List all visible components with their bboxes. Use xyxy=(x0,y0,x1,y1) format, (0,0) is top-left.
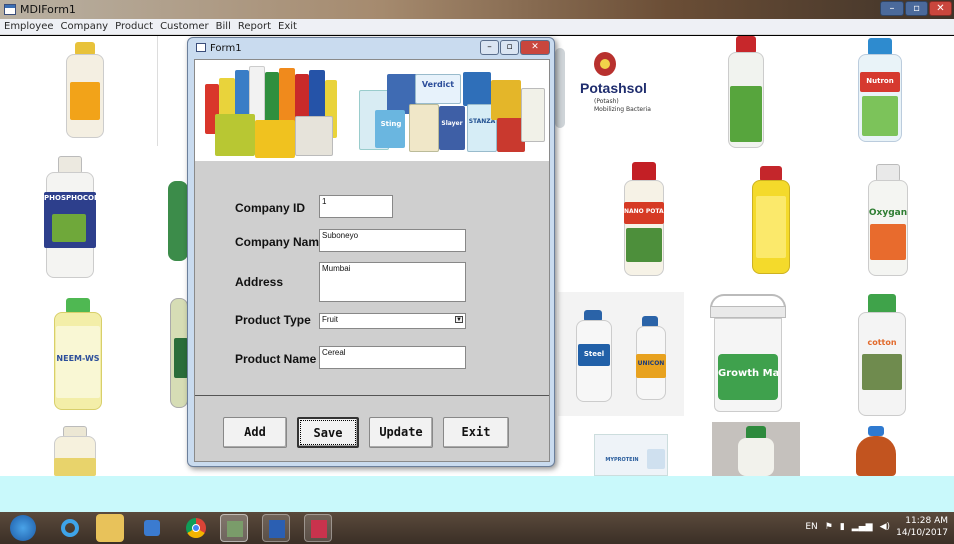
clock-date: 14/10/2017 xyxy=(896,528,948,538)
product-label: MYPROTEIN xyxy=(605,457,639,463)
product-type-select[interactable]: Fruit ▼ xyxy=(319,313,466,329)
menu-product[interactable]: Product xyxy=(115,19,153,34)
product-label: Steel xyxy=(583,350,605,358)
update-button[interactable]: Update xyxy=(369,417,433,448)
address-label: Address xyxy=(235,275,284,289)
menu-report[interactable]: Report xyxy=(238,19,271,34)
product-image xyxy=(712,422,800,476)
product-label: Growth Master xyxy=(718,368,778,379)
product-banner-image: Sting Verdict Slayer STANZA xyxy=(195,60,549,161)
banner-pack-label: Sting xyxy=(380,120,402,128)
company-id-label: Company ID xyxy=(235,201,306,215)
address-input[interactable]: Mumbai xyxy=(319,262,466,302)
product-image: cotton xyxy=(856,294,908,416)
product-image: Steel UNICON xyxy=(558,292,684,416)
product-type-label: Product Type xyxy=(235,313,311,327)
form-close-button[interactable]: ✕ xyxy=(520,40,550,55)
volume-icon[interactable]: ◀) xyxy=(880,522,890,532)
mdi-title-bar: MDIForm1 – ▫ ✕ xyxy=(0,0,954,19)
product-label: NEEM-WS xyxy=(56,354,100,363)
menu-employee[interactable]: Employee xyxy=(4,19,54,34)
form1-title: Form1 xyxy=(210,43,242,54)
company-name-input[interactable]: Suboneyo xyxy=(319,229,466,252)
company-name-label: Company Name xyxy=(235,235,326,249)
product-label: cotton xyxy=(867,338,897,347)
ie-icon[interactable] xyxy=(56,514,84,542)
product-image: Growth Master xyxy=(708,294,788,414)
status-strip xyxy=(0,476,954,512)
menu-company[interactable]: Company xyxy=(61,19,109,34)
banner-pack-label: Verdict xyxy=(421,80,455,89)
network-icon[interactable]: ▮ xyxy=(840,522,845,532)
chrome-icon[interactable] xyxy=(182,514,210,542)
menu-bill[interactable]: Bill xyxy=(216,19,231,34)
media-player-icon[interactable] xyxy=(138,514,166,542)
product-label: UNICON xyxy=(637,360,665,367)
add-button[interactable]: Add xyxy=(223,417,287,448)
explorer-icon[interactable] xyxy=(96,514,124,542)
product-label: PHOSPHOCOP xyxy=(44,194,98,202)
word-icon[interactable] xyxy=(262,514,290,542)
form1-client: Sting Verdict Slayer STANZA Company ID 1… xyxy=(194,59,550,462)
product-name-label: Product Name xyxy=(235,352,317,366)
form1-title-bar: Form1 xyxy=(196,43,242,54)
product-label: NANO POTASH xyxy=(624,208,664,215)
product-image: Oxygan xyxy=(866,164,910,276)
potashsol-desc: Mobilizing Bacteria xyxy=(594,106,651,113)
menu-exit[interactable]: Exit xyxy=(278,19,297,34)
product-image: NEEM-WS xyxy=(50,298,106,410)
form1-window: Form1 – ▫ ✕ Sting Verdict Slayer STANZA … xyxy=(187,37,555,467)
language-indicator[interactable]: EN xyxy=(805,522,817,532)
company-id-input[interactable]: 1 xyxy=(319,195,393,218)
potashsol-logo: Potashsol (Potash) Mobilizing Bacteria xyxy=(580,50,690,130)
product-image xyxy=(170,298,188,408)
clock-time: 11:28 AM xyxy=(905,516,948,526)
product-image xyxy=(750,166,792,274)
product-name-input[interactable]: Cereal xyxy=(319,346,466,369)
app-taskbar-icon[interactable] xyxy=(220,514,248,542)
product-image xyxy=(555,48,565,128)
app-icon xyxy=(4,4,16,15)
exit-button[interactable]: Exit xyxy=(443,417,509,448)
taskbar: EN ⚑ ▮ ▂▄▆ ◀) 11:28 AM 14/10/2017 xyxy=(0,512,954,544)
product-image xyxy=(168,181,188,261)
flag-icon[interactable]: ⚑ xyxy=(825,522,833,532)
banner-pack-label: Slayer xyxy=(441,120,463,127)
mdi-title: MDIForm1 xyxy=(20,3,76,16)
potashsol-name: Potashsol xyxy=(580,80,647,96)
divider xyxy=(195,395,549,396)
chevron-down-icon[interactable]: ▼ xyxy=(455,316,463,323)
form-icon xyxy=(196,43,206,52)
menu-customer[interactable]: Customer xyxy=(160,19,209,34)
save-button[interactable]: Save xyxy=(297,417,359,448)
menu-bar: Employee Company Product Customer Bill R… xyxy=(0,19,954,35)
start-button[interactable] xyxy=(10,515,36,541)
product-image: NANO POTASH xyxy=(622,162,666,276)
form-minimize-button[interactable]: – xyxy=(480,40,499,55)
product-image: MYPROTEIN xyxy=(594,434,668,476)
product-image: PHOSPHOCOP xyxy=(42,156,98,278)
maximize-button[interactable]: ▫ xyxy=(905,1,928,16)
clock[interactable]: 11:28 AM 14/10/2017 xyxy=(896,515,948,539)
product-label: Oxygan xyxy=(868,208,908,218)
product-image xyxy=(726,36,766,148)
form-maximize-button[interactable]: ▫ xyxy=(500,40,519,55)
signal-icon[interactable]: ▂▄▆ xyxy=(852,522,873,532)
potashsol-sub: (Potash) xyxy=(594,98,619,105)
minimize-button[interactable]: – xyxy=(880,1,904,16)
product-image xyxy=(50,426,100,476)
product-image: Nutron xyxy=(856,38,904,142)
close-button[interactable]: ✕ xyxy=(929,1,952,16)
product-type-value: Fruit xyxy=(322,315,338,324)
system-tray-icons: EN ⚑ ▮ ▂▄▆ ◀) xyxy=(805,522,890,532)
product-image xyxy=(852,426,900,476)
paint-icon[interactable] xyxy=(304,514,332,542)
product-label: Nutron xyxy=(866,77,894,85)
product-image xyxy=(60,42,110,138)
